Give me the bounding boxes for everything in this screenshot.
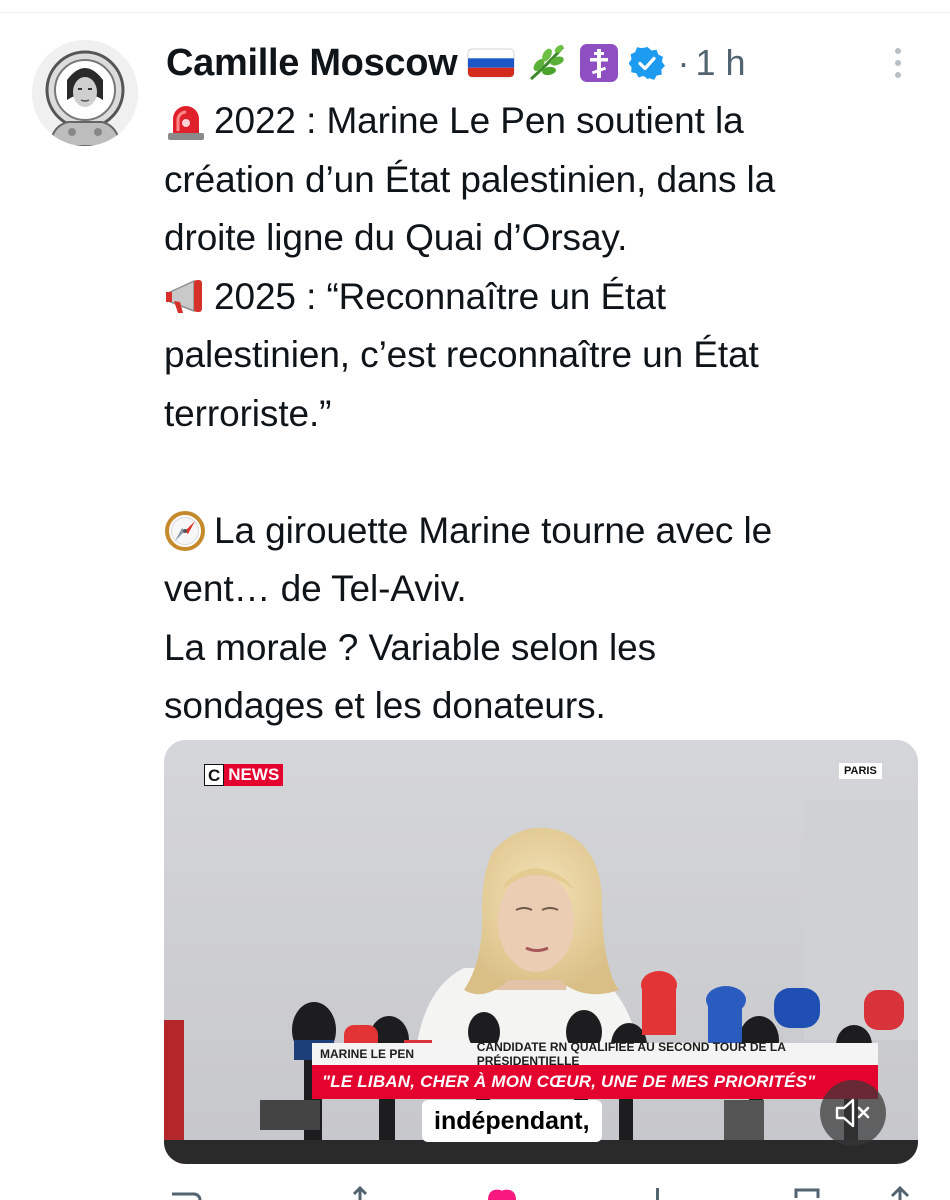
tweet-line-text: vent… de Tel-Aviv.	[164, 568, 467, 609]
tweet-line: 2025 : “Reconnaître un État	[164, 268, 924, 327]
tweet-line-text: palestinien, c’est reconnaître un État	[164, 334, 759, 375]
tweet-line: création d’un État palestinien, dans la	[164, 151, 924, 210]
megaphone-icon	[164, 277, 214, 317]
lower-third-quote: "LE LIBAN, CHER À MON CŒUR, UNE DE MES P…	[312, 1065, 878, 1099]
reply-icon[interactable]	[164, 1186, 204, 1200]
herb-icon	[525, 43, 569, 83]
more-options-button[interactable]	[880, 42, 916, 84]
tweet-line-text: 2025 : “Reconnaître un État	[214, 275, 666, 317]
speaker-muted-icon	[835, 1098, 870, 1128]
share-icon[interactable]	[880, 1186, 920, 1200]
tweet-line: 2022 : Marine Le Pen soutient la	[164, 92, 924, 151]
cnews-logo-c: C	[204, 764, 225, 786]
more-dot-icon	[895, 48, 901, 54]
orthodox-cross-icon	[579, 43, 619, 83]
tweet-page: Camille Moscow · 1 h 2022: Marine Le Pe…	[0, 0, 950, 1200]
author-name[interactable]: Camille Moscow	[166, 42, 458, 85]
location-tag: PARIS	[839, 763, 882, 779]
astronaut-avatar-image	[32, 40, 138, 146]
tweet-line-text: sondages et les donateurs.	[164, 685, 606, 726]
tweet-line-text: 2022 : Marine Le Pen soutient la	[214, 100, 744, 141]
more-dot-icon	[895, 72, 901, 78]
avatar[interactable]	[32, 40, 138, 146]
tweet-line: palestinien, c’est reconnaître un État	[164, 326, 924, 385]
repost-icon[interactable]	[350, 1186, 390, 1200]
cnews-logo: C NEWS	[204, 764, 284, 786]
tweet-line: terroriste.”	[164, 385, 924, 444]
tweet-line-text: terroriste.”	[164, 392, 332, 434]
bookmark-icon[interactable]	[788, 1186, 828, 1200]
tweet-line: sondages et les donateurs.	[164, 677, 924, 736]
russia-flag-icon	[467, 45, 515, 81]
video-subtitle: indépendant,	[422, 1100, 602, 1142]
lower-third-caption: MARINE LE PEN CANDIDATE RN QUALIFIÉE AU …	[312, 1040, 878, 1068]
tweet-line-text: droite ligne du Quai d’Orsay.	[164, 217, 628, 258]
cnews-logo-news: NEWS	[224, 764, 284, 786]
more-dot-icon	[895, 60, 901, 66]
action-bar	[164, 1186, 924, 1200]
tweet-line-text: La girouette Marine tourne avec le	[214, 509, 773, 551]
tweet-header: Camille Moscow · 1 h	[166, 38, 745, 88]
like-icon[interactable]	[482, 1186, 522, 1200]
views-icon[interactable]	[640, 1186, 680, 1200]
divider	[0, 12, 950, 13]
compass-icon	[164, 510, 214, 552]
tweet-line-text: création d’un État palestinien, dans la	[164, 158, 776, 200]
verified-badge-icon[interactable]	[629, 45, 666, 81]
siren-icon	[164, 101, 214, 141]
separator-dot: ·	[677, 42, 690, 83]
tweet-line: La girouette Marine tourne avec le	[164, 502, 924, 561]
tweet-text: 2022 : Marine Le Pen soutient la créatio…	[164, 92, 924, 736]
tweet-line: vent… de Tel-Aviv.	[164, 560, 924, 619]
lower-third-name: MARINE LE PEN	[320, 1047, 415, 1061]
tweet-line: La morale ? Variable selon les	[164, 619, 924, 678]
unmute-button[interactable]	[820, 1080, 886, 1146]
tweet-line-text: La morale ? Variable selon les	[164, 626, 656, 668]
timestamp[interactable]: 1 h	[695, 42, 745, 84]
tweet-line: droite ligne du Quai d’Orsay.	[164, 209, 924, 268]
video-player[interactable]: C NEWS PARIS MARINE LE PEN CANDIDATE RN …	[164, 740, 918, 1164]
lower-third-role: CANDIDATE RN QUALIFIÉE AU SECOND TOUR DE…	[476, 1040, 786, 1068]
